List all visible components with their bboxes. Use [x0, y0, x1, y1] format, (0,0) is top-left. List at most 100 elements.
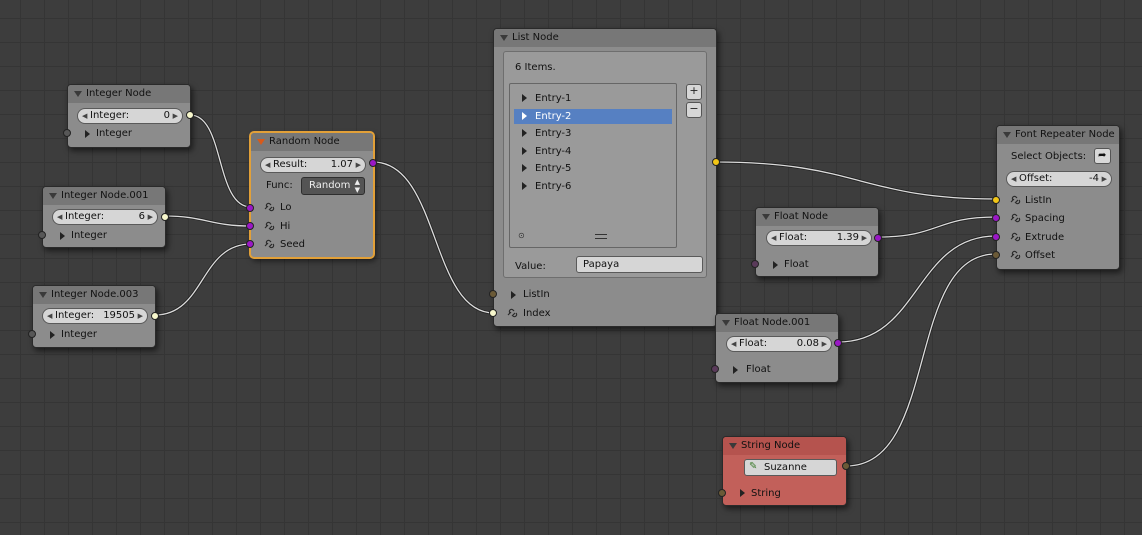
float-node-001-header[interactable]: Float Node.001 — [716, 314, 838, 332]
output-label: Float — [746, 364, 771, 375]
increment-arrow-icon[interactable]: ▶ — [822, 337, 827, 351]
font-repeater-node-header[interactable]: Font Repeater Node — [997, 126, 1119, 144]
result-field[interactable]: ◀ Result: 1.07 ▶ — [260, 157, 366, 173]
output-socket[interactable] — [712, 158, 720, 166]
extrude-socket[interactable] — [992, 233, 1000, 241]
input-socket[interactable] — [751, 260, 759, 268]
list-item[interactable]: Entry-4 — [514, 144, 672, 159]
collapse-triangle-icon[interactable] — [49, 193, 57, 199]
integer-node-header[interactable]: Integer Node — [68, 85, 190, 103]
integer-node[interactable]: Integer Node ◀ Integer: 0 ▶ Integer — [63, 84, 194, 148]
increment-arrow-icon[interactable]: ▶ — [173, 109, 178, 123]
expand-arrow-icon[interactable] — [522, 182, 527, 190]
seed-socket[interactable] — [246, 240, 254, 248]
increment-arrow-icon[interactable]: ▶ — [148, 210, 153, 224]
string-field[interactable]: ✎ Suzanne — [744, 459, 837, 476]
collapse-triangle-icon[interactable] — [500, 35, 508, 41]
list-item[interactable]: Entry-5 — [514, 161, 672, 176]
decrement-arrow-icon[interactable]: ◀ — [771, 231, 776, 245]
list-item[interactable]: Entry-1 — [514, 91, 672, 106]
entry-list[interactable]: Entry-1 Entry-2 Entry-3 Entry-4 Entry-5 … — [509, 83, 677, 248]
func-dropdown[interactable]: Random ▲ ▼ — [301, 177, 365, 195]
input-socket[interactable] — [718, 489, 726, 497]
collapse-triangle-icon[interactable] — [74, 91, 82, 97]
expand-arrow-icon[interactable] — [733, 366, 738, 374]
output-socket[interactable] — [874, 234, 882, 242]
integer-node-001-header[interactable]: Integer Node.001 — [43, 187, 165, 205]
expand-arrow-icon[interactable] — [511, 291, 516, 299]
offset-socket[interactable] — [992, 251, 1000, 259]
expand-arrow-icon[interactable] — [50, 331, 55, 339]
expand-arrow-icon[interactable] — [522, 94, 527, 102]
output-socket[interactable] — [842, 462, 850, 470]
output-socket[interactable] — [161, 213, 169, 221]
listin-socket[interactable] — [489, 290, 497, 298]
list-node-header[interactable]: List Node — [494, 29, 716, 47]
select-objects-button[interactable]: ➦ — [1094, 148, 1111, 164]
increment-arrow-icon[interactable]: ▶ — [862, 231, 867, 245]
collapse-triangle-icon[interactable] — [39, 292, 47, 298]
input-socket[interactable] — [38, 231, 46, 239]
output-socket[interactable] — [151, 312, 159, 320]
list-item[interactable]: Entry-3 — [514, 126, 672, 141]
decrement-arrow-icon[interactable]: ◀ — [1011, 172, 1016, 186]
collapse-triangle-icon[interactable] — [722, 320, 730, 326]
font-repeater-node[interactable]: Font Repeater Node Select Objects: ➦ ◀ O… — [992, 125, 1120, 270]
collapse-triangle-icon[interactable] — [729, 443, 737, 449]
expand-arrow-icon[interactable] — [60, 232, 65, 240]
integer-node-003[interactable]: Integer Node.003 ◀ Integer: 19505 ▶ Inte… — [28, 285, 159, 348]
index-socket[interactable] — [489, 309, 497, 317]
list-item[interactable]: Entry-6 — [514, 179, 672, 194]
input-socket[interactable] — [63, 129, 71, 137]
float-node-header[interactable]: Float Node — [756, 208, 878, 226]
string-node[interactable]: String Node ✎ Suzanne String — [718, 436, 850, 506]
decrement-arrow-icon[interactable]: ◀ — [82, 109, 87, 123]
decrement-arrow-icon[interactable]: ◀ — [57, 210, 62, 224]
hi-socket[interactable] — [246, 222, 254, 230]
decrement-arrow-icon[interactable]: ◀ — [731, 337, 736, 351]
expand-arrow-icon[interactable] — [773, 261, 778, 269]
integer-field[interactable]: ◀ Integer: 19505 ▶ — [42, 308, 148, 324]
expand-arrow-icon[interactable] — [522, 147, 527, 155]
increment-arrow-icon[interactable]: ▶ — [1102, 172, 1107, 186]
output-socket[interactable] — [186, 111, 194, 119]
integer-field[interactable]: ◀ Integer: 0 ▶ — [77, 108, 183, 124]
filter-options-icon[interactable]: ⊙ — [518, 231, 525, 240]
value-field[interactable]: Papaya — [576, 256, 703, 273]
float-node[interactable]: Float Node ◀ Float: 1.39 ▶ Float — [751, 207, 882, 277]
expand-arrow-icon[interactable] — [522, 112, 527, 120]
remove-entry-button[interactable]: − — [686, 102, 702, 118]
input-socket[interactable] — [711, 365, 719, 373]
lo-socket[interactable] — [246, 204, 254, 212]
resize-grip-icon[interactable] — [595, 234, 607, 239]
expand-arrow-icon[interactable] — [740, 489, 745, 497]
collapse-triangle-icon[interactable] — [1003, 132, 1011, 138]
offset-field[interactable]: ◀ Offset: -4 ▶ — [1006, 171, 1112, 187]
float-field[interactable]: ◀ Float: 0.08 ▶ — [726, 336, 832, 352]
increment-arrow-icon[interactable]: ▶ — [138, 309, 143, 323]
integer-node-003-header[interactable]: Integer Node.003 — [33, 286, 155, 304]
decrement-arrow-icon[interactable]: ◀ — [47, 309, 52, 323]
spacing-socket[interactable] — [992, 214, 1000, 222]
integer-field[interactable]: ◀ Integer: 6 ▶ — [52, 209, 158, 225]
listin-socket[interactable] — [992, 196, 1000, 204]
string-node-header[interactable]: String Node — [723, 437, 846, 455]
expand-arrow-icon[interactable] — [522, 129, 527, 137]
add-entry-button[interactable]: + — [686, 84, 702, 100]
expand-arrow-icon[interactable] — [85, 130, 90, 138]
integer-node-001[interactable]: Integer Node.001 ◀ Integer: 6 ▶ Integer — [38, 186, 169, 248]
output-socket[interactable] — [369, 159, 377, 167]
random-node-header[interactable]: Random Node — [251, 133, 373, 151]
list-item-selected[interactable]: Entry-2 — [514, 109, 672, 124]
expand-arrow-icon[interactable] — [522, 164, 527, 172]
float-field[interactable]: ◀ Float: 1.39 ▶ — [766, 230, 872, 246]
output-socket[interactable] — [834, 339, 842, 347]
input-socket[interactable] — [28, 330, 36, 338]
list-node[interactable]: List Node 6 Items. Entry-1 Entry-2 Entry… — [489, 28, 720, 327]
float-node-001[interactable]: Float Node.001 ◀ Float: 0.08 ▶ Float — [711, 313, 842, 383]
collapse-triangle-icon[interactable] — [257, 139, 265, 145]
collapse-triangle-icon[interactable] — [762, 214, 770, 220]
increment-arrow-icon[interactable]: ▶ — [356, 158, 361, 172]
decrement-arrow-icon[interactable]: ◀ — [265, 158, 270, 172]
random-node[interactable]: Random Node ◀ Result: 1.07 ▶ Func: Rando… — [246, 132, 377, 258]
